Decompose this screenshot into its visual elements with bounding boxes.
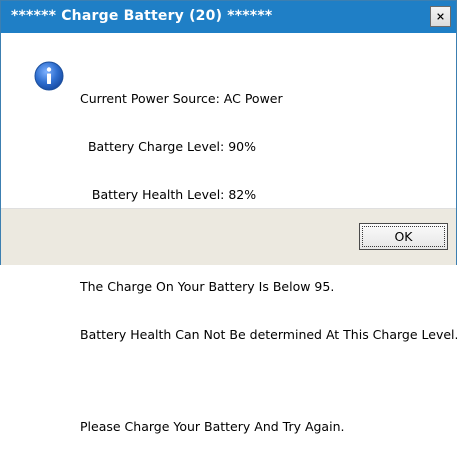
below-notice-text: The Charge On Your Battery Is Below 95. <box>80 279 335 294</box>
close-icon <box>437 13 444 20</box>
power-source-text: Current Power Source: AC Power <box>80 91 283 106</box>
instruction-text: Please Charge Your Battery And Try Again… <box>80 419 345 434</box>
charge-level-text: Battery Charge Level: 90% <box>80 139 256 154</box>
health-level-text: Battery Health Level: 82% <box>80 187 257 202</box>
title-bar[interactable]: ****** Charge Battery (20) ****** <box>1 1 456 33</box>
dialog-window: ****** Charge Battery (20) ****** Curren… <box>0 0 457 434</box>
window-title: ****** Charge Battery (20) ****** <box>11 8 273 24</box>
message-area: Current Power Source: AC Power Battery C… <box>1 33 457 434</box>
health-notice-text: Battery Health Can Not Be determined At … <box>80 327 457 342</box>
close-button[interactable] <box>430 6 451 27</box>
info-icon <box>34 61 64 91</box>
button-bar: OK <box>1 208 456 265</box>
ok-button[interactable]: OK <box>359 223 448 250</box>
